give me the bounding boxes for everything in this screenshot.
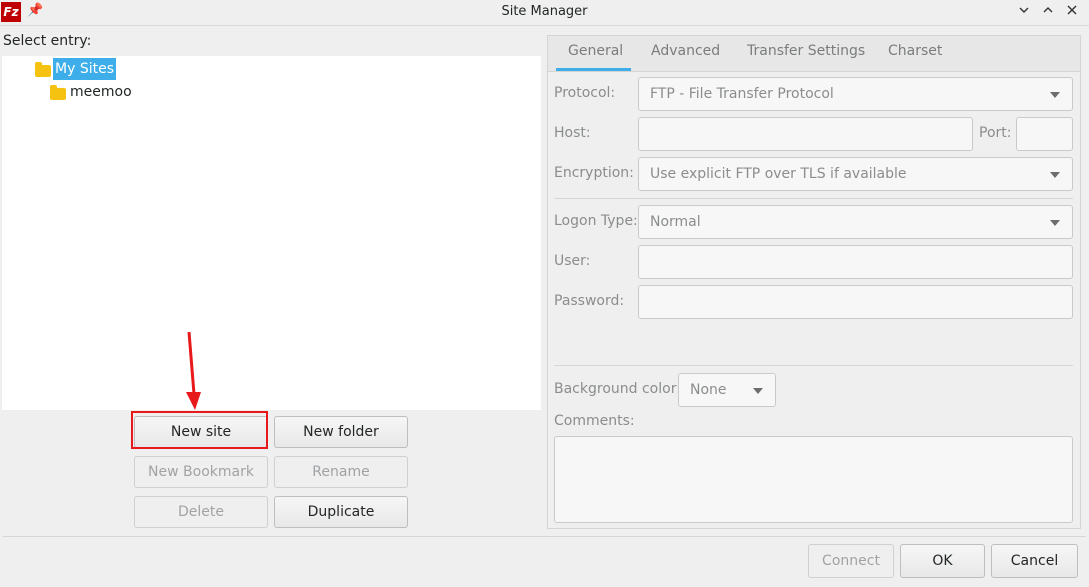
encryption-select[interactable]: Use explicit FTP over TLS if available: [638, 157, 1073, 191]
folder-icon: [35, 62, 51, 77]
user-input[interactable]: [638, 245, 1073, 279]
connect-button[interactable]: Connect: [808, 544, 894, 578]
encryption-value: Use explicit FTP over TLS if available: [650, 166, 907, 182]
comments-label: Comments:: [554, 413, 635, 429]
background-color-label: Background color:: [554, 381, 681, 397]
tree-item-my-sites[interactable]: My Sites: [2, 58, 202, 80]
chevron-down-icon: [1019, 7, 1029, 13]
chevron-up-icon: [1043, 7, 1053, 13]
logon-type-label: Logon Type:: [554, 213, 638, 229]
protocol-label: Protocol:: [554, 85, 616, 101]
password-label: Password:: [554, 293, 625, 309]
annotation-arrow-icon: [186, 331, 201, 410]
host-label: Host:: [554, 125, 591, 141]
logon-type-value: Normal: [650, 214, 701, 230]
delete-button[interactable]: Delete: [134, 496, 268, 528]
tree-item-label: My Sites: [53, 58, 116, 80]
tab-charset[interactable]: Charset: [888, 43, 942, 59]
protocol-value: FTP - File Transfer Protocol: [650, 86, 834, 102]
rename-button[interactable]: Rename: [274, 456, 408, 488]
maximize-button[interactable]: [1039, 3, 1057, 21]
folder-icon: [50, 85, 66, 100]
tree-item-meemoo[interactable]: meemoo: [2, 81, 202, 103]
logon-type-select[interactable]: Normal: [638, 205, 1073, 239]
comments-textarea[interactable]: [554, 436, 1073, 523]
divider: [554, 198, 1073, 199]
window-title: Site Manager: [501, 4, 588, 19]
chevron-down-icon: [1050, 220, 1060, 226]
annotation-highlight-box: [131, 411, 268, 449]
port-input[interactable]: [1016, 117, 1073, 151]
chevron-down-icon: [1050, 172, 1060, 178]
tree-item-label: meemoo: [70, 84, 132, 100]
chevron-down-icon: [1050, 92, 1060, 98]
host-input[interactable]: [638, 117, 973, 151]
new-folder-button[interactable]: New folder: [274, 416, 408, 448]
close-icon: [1067, 5, 1077, 15]
background-color-value: None: [690, 382, 727, 398]
new-bookmark-button[interactable]: New Bookmark: [134, 456, 268, 488]
duplicate-button[interactable]: Duplicate: [274, 496, 408, 528]
select-entry-label: Select entry:: [3, 33, 92, 49]
cancel-button[interactable]: Cancel: [991, 544, 1078, 578]
tab-transfer-settings[interactable]: Transfer Settings: [747, 43, 865, 59]
site-tree[interactable]: My Sites meemoo: [2, 56, 541, 410]
chevron-down-icon: [753, 388, 763, 394]
ok-button[interactable]: OK: [900, 544, 985, 578]
tab-general[interactable]: General: [568, 43, 623, 59]
user-label: User:: [554, 253, 591, 269]
port-label: Port:: [979, 125, 1012, 141]
minimize-button[interactable]: [1015, 3, 1033, 21]
close-button[interactable]: [1063, 3, 1081, 21]
background-color-select[interactable]: None: [678, 373, 776, 407]
password-input[interactable]: [638, 285, 1073, 319]
divider: [554, 365, 1073, 366]
footer-divider: [3, 536, 1086, 537]
protocol-select[interactable]: FTP - File Transfer Protocol: [638, 77, 1073, 111]
encryption-label: Encryption:: [554, 165, 634, 181]
tab-advanced[interactable]: Advanced: [651, 43, 720, 59]
